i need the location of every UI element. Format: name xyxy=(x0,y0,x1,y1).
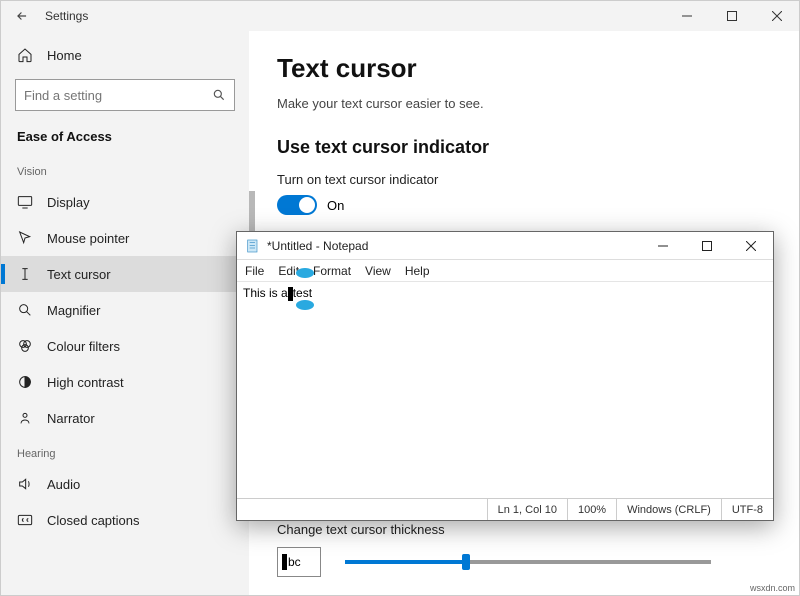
search-box[interactable] xyxy=(15,79,235,111)
notepad-titlebar[interactable]: *Untitled - Notepad xyxy=(237,232,773,260)
menu-format[interactable]: Format xyxy=(313,264,351,278)
sidebar-item-text-cursor[interactable]: Text cursor xyxy=(1,256,249,292)
notepad-menubar: File Edit Format View Help xyxy=(237,260,773,282)
category-vision: Vision xyxy=(1,154,249,184)
search-icon xyxy=(212,88,226,102)
toggle-state: On xyxy=(327,198,344,213)
back-button[interactable] xyxy=(13,7,31,25)
sidebar-item-label: Magnifier xyxy=(47,303,100,318)
sidebar-item-mouse-pointer[interactable]: Mouse pointer xyxy=(1,220,249,256)
sidebar-item-label: Closed captions xyxy=(47,513,140,528)
magnifier-icon xyxy=(17,302,33,318)
thickness-preview: bc xyxy=(277,547,321,577)
preview-cursor xyxy=(282,554,287,570)
status-position: Ln 1, Col 10 xyxy=(487,499,567,520)
maximize-button[interactable] xyxy=(709,1,754,31)
sidebar-item-label: Colour filters xyxy=(47,339,120,354)
sidebar-item-high-contrast[interactable]: High contrast xyxy=(1,364,249,400)
notepad-text-area[interactable]: This is a test xyxy=(237,282,773,498)
cursor-indicator-bottom xyxy=(296,300,314,310)
sidebar-item-closed-captions[interactable]: Closed captions xyxy=(1,502,249,538)
audio-icon xyxy=(17,476,33,492)
settings-group: Ease of Access xyxy=(1,123,249,154)
home-label: Home xyxy=(47,48,82,63)
notepad-minimize[interactable] xyxy=(641,232,685,260)
settings-titlebar: Settings xyxy=(1,1,799,31)
sidebar-item-label: Display xyxy=(47,195,90,210)
home-nav[interactable]: Home xyxy=(1,37,249,73)
status-encoding: UTF-8 xyxy=(721,499,773,520)
category-hearing: Hearing xyxy=(1,436,249,466)
sidebar-item-audio[interactable]: Audio xyxy=(1,466,249,502)
display-icon xyxy=(17,194,33,210)
indicator-toggle[interactable] xyxy=(277,195,317,215)
thickness-label: Change text cursor thickness xyxy=(277,522,771,537)
menu-help[interactable]: Help xyxy=(405,264,430,278)
narrator-icon xyxy=(17,410,33,426)
notepad-statusbar: Ln 1, Col 10 100% Windows (CRLF) UTF-8 xyxy=(237,498,773,520)
mouse-pointer-icon xyxy=(17,230,33,246)
closed-captions-icon xyxy=(17,512,33,528)
menu-file[interactable]: File xyxy=(245,264,264,278)
sidebar-item-magnifier[interactable]: Magnifier xyxy=(1,292,249,328)
status-zoom: 100% xyxy=(567,499,616,520)
slider-thumb[interactable] xyxy=(462,554,470,570)
notepad-title: *Untitled - Notepad xyxy=(267,239,368,253)
status-eol: Windows (CRLF) xyxy=(616,499,721,520)
sidebar-item-label: Text cursor xyxy=(47,267,111,282)
sidebar-item-narrator[interactable]: Narrator xyxy=(1,400,249,436)
colour-filters-icon xyxy=(17,338,33,354)
preview-text: bc xyxy=(288,555,301,569)
page-heading: Text cursor xyxy=(277,53,771,84)
notepad-maximize[interactable] xyxy=(685,232,729,260)
sidebar-item-colour-filters[interactable]: Colour filters xyxy=(1,328,249,364)
settings-title: Settings xyxy=(45,9,88,23)
thickness-section: Change text cursor thickness bc xyxy=(277,522,771,577)
close-button[interactable] xyxy=(754,1,799,31)
sidebar-item-label: Mouse pointer xyxy=(47,231,129,246)
search-input[interactable] xyxy=(24,88,212,103)
cursor-indicator-top xyxy=(296,268,314,278)
sidebar-item-label: Audio xyxy=(47,477,80,492)
notepad-window: *Untitled - Notepad File Edit Format Vie… xyxy=(236,231,774,521)
section-indicator: Use text cursor indicator xyxy=(277,137,771,158)
minimize-button[interactable] xyxy=(664,1,709,31)
toggle-label: Turn on text cursor indicator xyxy=(277,172,771,187)
menu-view[interactable]: View xyxy=(365,264,391,278)
watermark: wsxdn.com xyxy=(750,583,795,593)
page-description: Make your text cursor easier to see. xyxy=(277,96,771,111)
notepad-close[interactable] xyxy=(729,232,773,260)
sidebar-item-label: Narrator xyxy=(47,411,95,426)
sidebar-item-label: High contrast xyxy=(47,375,124,390)
notepad-icon xyxy=(245,238,261,254)
text-cursor-icon xyxy=(17,266,33,282)
sidebar-item-display[interactable]: Display xyxy=(1,184,249,220)
home-icon xyxy=(17,47,33,63)
settings-sidebar: Home Ease of Access Vision Display Mouse… xyxy=(1,31,249,595)
thickness-slider[interactable] xyxy=(345,560,711,564)
text-after-cursor: test xyxy=(293,286,312,300)
high-contrast-icon xyxy=(17,374,33,390)
text-before-cursor: This is a xyxy=(243,286,288,300)
